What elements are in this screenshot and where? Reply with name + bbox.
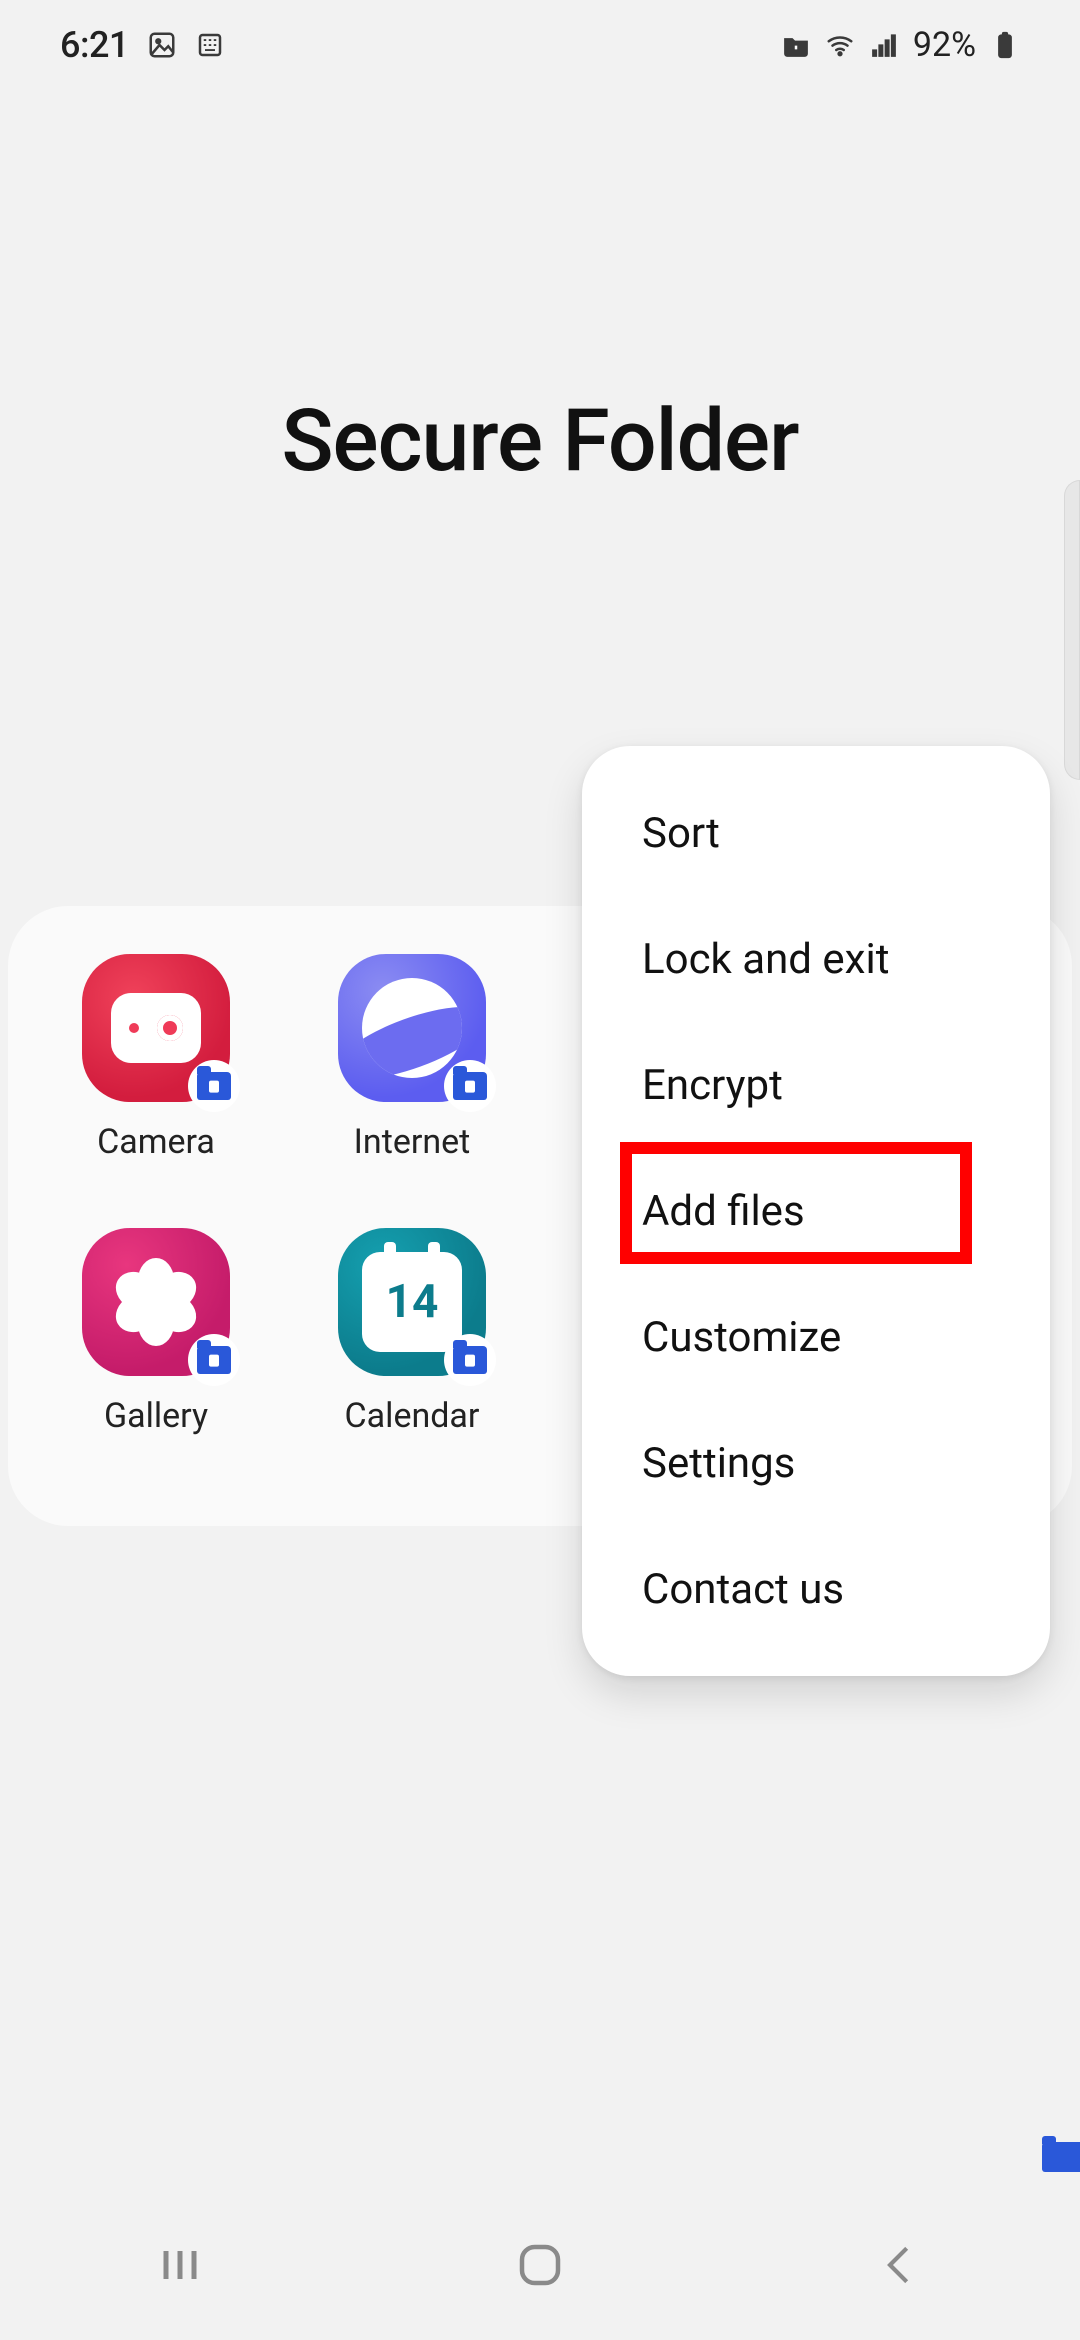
image-notification-icon <box>147 30 177 60</box>
secure-badge-icon <box>444 1334 496 1386</box>
app-gallery-label: Gallery <box>104 1396 208 1436</box>
secure-badge-icon <box>444 1060 496 1112</box>
nav-back-button[interactable] <box>845 2235 955 2295</box>
status-bar-right: 92% <box>781 25 1020 65</box>
menu-item-customize[interactable]: Customize <box>582 1274 1050 1400</box>
menu-item-add-files[interactable]: Add files <box>582 1148 1050 1274</box>
app-calendar[interactable]: 14 Calendar <box>284 1228 540 1436</box>
menu-item-contact-us[interactable]: Contact us <box>582 1526 1050 1652</box>
menu-item-encrypt[interactable]: Encrypt <box>582 1022 1050 1148</box>
menu-item-sort[interactable]: Sort <box>582 770 1050 896</box>
menu-item-settings[interactable]: Settings <box>582 1400 1050 1526</box>
wifi-icon <box>825 30 855 60</box>
app-gallery[interactable]: Gallery <box>28 1228 284 1436</box>
nav-home-button[interactable] <box>485 2235 595 2295</box>
app-camera-label: Camera <box>97 1122 215 1162</box>
overflow-menu: Sort Lock and exit Encrypt Add files Cus… <box>582 746 1050 1676</box>
secure-folder-status-icon <box>781 30 811 60</box>
status-time: 6:21 <box>60 24 129 66</box>
battery-icon <box>990 30 1020 60</box>
page-title: Secure Folder <box>281 390 798 491</box>
menu-item-lock-and-exit[interactable]: Lock and exit <box>582 896 1050 1022</box>
app-internet[interactable]: Internet <box>284 954 540 1162</box>
nav-recents-button[interactable] <box>125 2235 235 2295</box>
corner-secure-folder-icon <box>1042 2142 1080 2172</box>
secure-badge-icon <box>188 1334 240 1386</box>
keyboard-notification-icon <box>195 30 225 60</box>
signal-icon <box>869 30 899 60</box>
app-camera[interactable]: Camera <box>28 954 284 1162</box>
calendar-day: 14 <box>362 1252 462 1352</box>
app-calendar-label: Calendar <box>345 1396 480 1436</box>
status-bar-left: 6:21 <box>60 24 225 66</box>
status-bar: 6:21 92% <box>0 0 1080 90</box>
battery-percentage: 92% <box>913 25 976 65</box>
navigation-bar <box>0 2190 1080 2340</box>
app-internet-label: Internet <box>354 1122 471 1162</box>
secure-badge-icon <box>188 1060 240 1112</box>
